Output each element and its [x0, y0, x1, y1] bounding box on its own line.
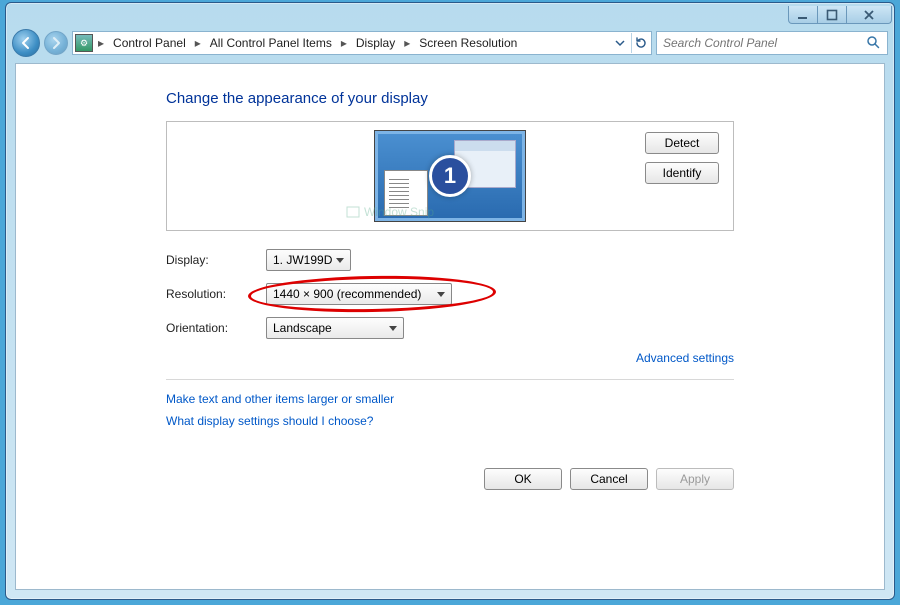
back-button[interactable]: [12, 29, 40, 57]
cancel-button[interactable]: Cancel: [570, 468, 648, 490]
navbar: ⚙ ▸ Control Panel ▸ All Control Panel It…: [6, 27, 894, 59]
search-box[interactable]: [656, 31, 888, 55]
chevron-right-icon: ▸: [192, 36, 204, 50]
chevron-right-icon: ▸: [401, 36, 413, 50]
display-label: Display:: [166, 253, 266, 267]
search-input[interactable]: [663, 36, 866, 50]
separator: [166, 379, 734, 380]
resolution-value: 1440 × 900 (recommended): [273, 287, 421, 301]
ok-button[interactable]: OK: [484, 468, 562, 490]
chevron-right-icon: ▸: [95, 36, 107, 50]
text-size-link[interactable]: Make text and other items larger or smal…: [166, 392, 734, 406]
maximize-button[interactable]: [817, 6, 847, 24]
chevron-right-icon: ▸: [338, 36, 350, 50]
search-icon: [866, 35, 881, 52]
resolution-label: Resolution:: [166, 287, 266, 301]
advanced-settings-link[interactable]: Advanced settings: [636, 351, 734, 365]
display-preview-box: 1 Detect Identify: [166, 121, 734, 231]
minimize-button[interactable]: [788, 6, 818, 24]
refresh-icon[interactable]: [631, 33, 649, 53]
monitor-number-badge: 1: [429, 155, 471, 197]
forward-button[interactable]: [44, 31, 68, 55]
display-dropdown[interactable]: 1. JW199D: [266, 249, 351, 271]
orientation-label: Orientation:: [166, 321, 266, 335]
breadcrumb-item[interactable]: All Control Panel Items: [206, 35, 336, 51]
titlebar: [6, 3, 894, 27]
display-help-link[interactable]: What display settings should I choose?: [166, 414, 734, 428]
breadcrumb-item[interactable]: Control Panel: [109, 35, 190, 51]
detect-button[interactable]: Detect: [645, 132, 719, 154]
breadcrumb-item[interactable]: Display: [352, 35, 399, 51]
close-button[interactable]: [846, 6, 892, 24]
address-dropdown-icon[interactable]: [611, 33, 629, 53]
identify-button[interactable]: Identify: [645, 162, 719, 184]
resolution-dropdown[interactable]: 1440 × 900 (recommended): [266, 283, 452, 305]
window-frame: ⚙ ▸ Control Panel ▸ All Control Panel It…: [5, 2, 895, 600]
dialog-buttons: OK Cancel Apply: [484, 468, 734, 490]
content-pane: Change the appearance of your display 1 …: [15, 63, 885, 590]
orientation-dropdown[interactable]: Landscape: [266, 317, 404, 339]
apply-button: Apply: [656, 468, 734, 490]
breadcrumb-item[interactable]: Screen Resolution: [415, 35, 521, 51]
page-title: Change the appearance of your display: [166, 90, 734, 107]
snip-watermark: Window Snip: [346, 205, 434, 219]
address-bar[interactable]: ⚙ ▸ Control Panel ▸ All Control Panel It…: [72, 31, 652, 55]
control-panel-icon: ⚙: [75, 34, 93, 52]
orientation-value: Landscape: [273, 321, 332, 335]
display-value: 1. JW199D: [273, 253, 332, 267]
